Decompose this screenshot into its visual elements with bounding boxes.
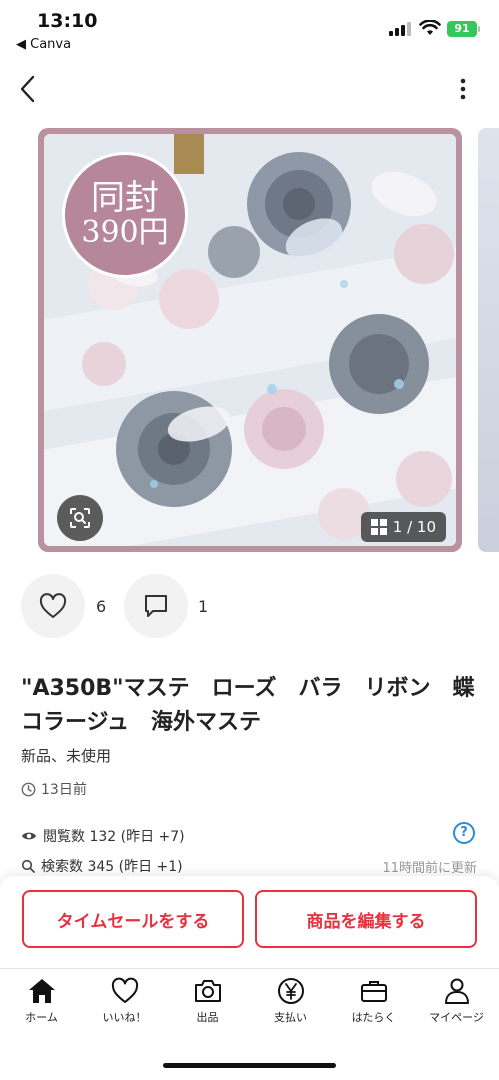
comment-count: 1 [198, 597, 209, 616]
status-time: 13:10 [37, 10, 98, 32]
badge-line-2: 390円 [81, 215, 169, 251]
search-icon [21, 859, 35, 873]
tab-home-label: ホーム [25, 1011, 58, 1024]
heart-icon [111, 977, 138, 1003]
person-icon [444, 978, 469, 1004]
tab-mypage-label: マイページ [429, 1011, 484, 1024]
back-arrow-icon[interactable] [14, 72, 44, 106]
view-count-text: 閲覧数 132 (昨日 +7) [43, 829, 185, 845]
tab-payment[interactable]: 支払い [249, 977, 332, 1025]
image-search-button[interactable] [57, 495, 103, 541]
like-button[interactable] [21, 574, 85, 638]
action-bar: タイムセールをする 商品を編集する [0, 876, 499, 968]
comment-button[interactable] [124, 574, 188, 638]
more-options-icon[interactable] [452, 76, 474, 102]
home-icon [28, 979, 55, 1003]
like-count: 6 [96, 597, 107, 616]
back-to-app-link[interactable]: ◀ Canva [16, 37, 71, 52]
tab-sell[interactable]: 出品 [166, 977, 249, 1025]
tab-likes[interactable]: いいね！ [83, 977, 166, 1025]
search-count-stat: 検索数 345 (昨日 +1) [21, 856, 183, 876]
heart-icon [39, 593, 67, 618]
tab-likes-label: いいね！ [102, 1011, 147, 1024]
tab-mypage[interactable]: マイページ [415, 977, 498, 1025]
next-image-preview[interactable] [478, 128, 499, 552]
briefcase-icon [360, 981, 387, 1002]
page-counter-text: 1 / 10 [392, 518, 436, 536]
badge-line-1: 同封 [91, 178, 159, 219]
tab-work[interactable]: はたらく [332, 977, 415, 1025]
battery-tip [478, 26, 480, 32]
stats-help-icon[interactable]: ? [453, 822, 475, 844]
signal-icon [389, 22, 411, 36]
tab-home[interactable]: ホーム [0, 977, 83, 1025]
product-image-carousel[interactable]: 同封 390円 1 / 10 [38, 128, 462, 552]
comment-icon [145, 595, 167, 617]
image-page-counter: 1 / 10 [360, 512, 446, 542]
view-count-stat: 閲覧数 132 (昨日 +7) [21, 826, 185, 846]
item-condition: 新品、未使用 [21, 747, 112, 765]
yen-icon [277, 978, 304, 1004]
item-title: "A350B"マステ ローズ バラ リボン 蝶 コラージュ 海外マステ [21, 676, 497, 735]
tab-payment-label: 支払い [274, 1011, 307, 1024]
search-count-text: 検索数 345 (昨日 +1) [41, 859, 183, 875]
battery-icon: 91 [447, 21, 477, 37]
tab-work-label: はたらく [351, 1011, 396, 1024]
home-indicator[interactable] [163, 1063, 336, 1068]
status-bar: 13:10 ◀ Canva 91 [0, 0, 499, 60]
bundle-price-badge: 同封 390円 [62, 152, 188, 278]
camera-icon [194, 980, 221, 1002]
time-sale-button[interactable]: タイムセールをする [22, 890, 244, 948]
tab-sell-label: 出品 [196, 1011, 219, 1024]
eye-icon [22, 832, 36, 840]
updated-time: 11時間前に更新 [382, 861, 477, 876]
wifi-icon [419, 20, 441, 35]
product-photo: 同封 390円 1 / 10 [44, 134, 456, 546]
grid-icon [370, 519, 387, 535]
clock-icon [21, 782, 36, 796]
posted-time: 13日前 [21, 779, 87, 799]
edit-item-button[interactable]: 商品を編集する [255, 890, 477, 948]
image-search-icon [70, 508, 90, 528]
posted-time-text: 13日前 [41, 782, 87, 798]
